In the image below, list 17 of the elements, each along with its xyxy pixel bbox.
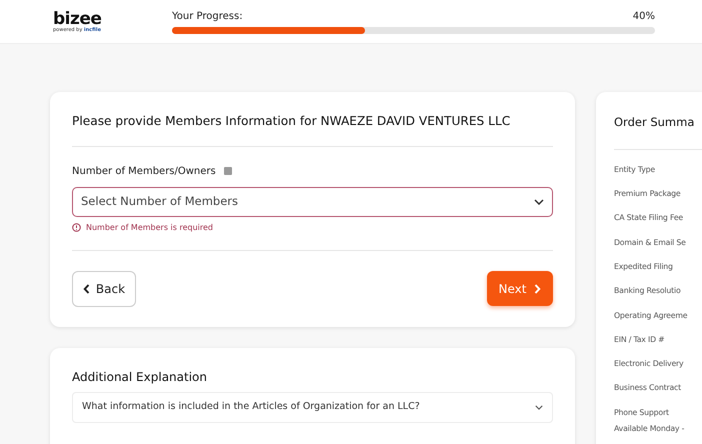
order-summary-title: Order Summa: [614, 116, 696, 130]
chevron-right-icon: [534, 284, 542, 294]
alert-icon: [72, 223, 81, 232]
info-icon[interactable]: [224, 167, 232, 176]
progress-percent: 40%: [632, 10, 655, 24]
card-title: Additional Explanation: [72, 370, 208, 384]
field-label: Number of Members/Owners: [72, 164, 216, 179]
logo-wordmark: bizee: [53, 10, 102, 28]
progress-label: Your Progress:: [172, 10, 243, 24]
faq-accordion-item[interactable]: What information is included in the Articles of Organization for an LLC?: [72, 392, 553, 424]
members-select[interactable]: Select Number of Members: [72, 186, 553, 217]
card-title: Please provide Members Information for NWAEZE DAVID VENTURES LLC: [72, 114, 512, 129]
back-button[interactable]: Back: [72, 270, 136, 307]
chevron-down-icon: [535, 405, 543, 410]
chevron-left-icon: [82, 284, 90, 294]
error-message: Number of Members is required: [86, 222, 214, 234]
chevron-down-icon: [534, 198, 544, 205]
